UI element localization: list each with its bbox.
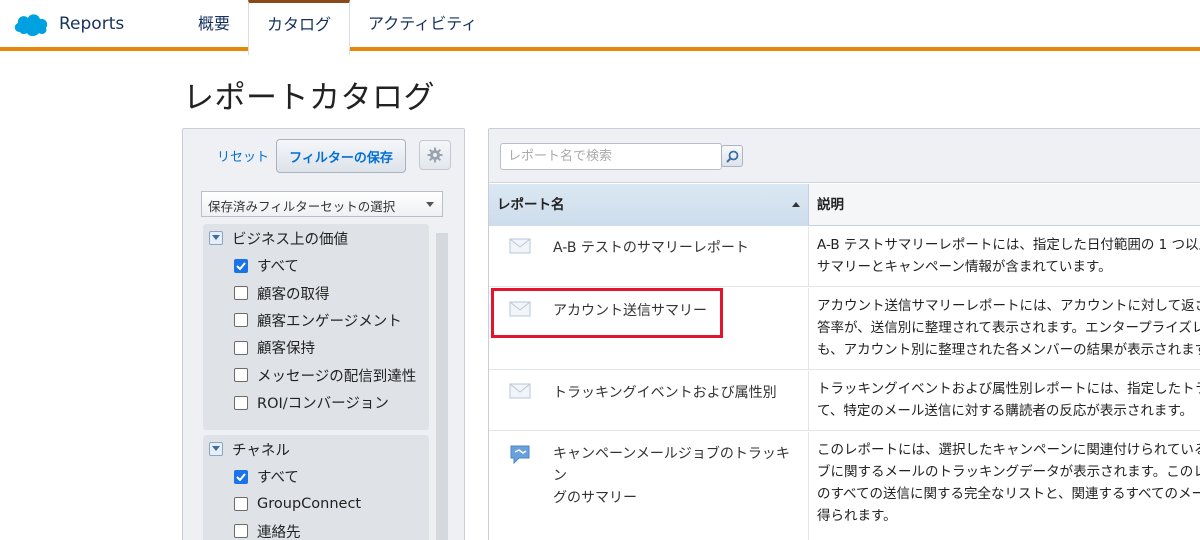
description-line: ブに関するメールのトラッキングデータが表示されます。このレ <box>817 464 1200 480</box>
app-name: Reports <box>59 14 125 34</box>
checkbox[interactable] <box>234 368 248 383</box>
report-name-cell[interactable]: アカウント送信サマリー <box>489 288 809 369</box>
description-line: トラッキングイベントおよび属性別レポートには、指定したトラ <box>817 381 1200 397</box>
checkbox[interactable] <box>234 286 248 301</box>
report-description: このレポートには、選択したキャンペーンに関連付けられている ブに関するメールのト… <box>809 432 1200 540</box>
page-title: レポートカタログ <box>183 80 435 116</box>
tab-overview[interactable]: 概要 <box>180 0 248 51</box>
salesforce-cloud-icon <box>14 14 48 36</box>
filter-group-channel: チャネル すべて GroupConnect 連絡先 <box>203 435 429 540</box>
filter-group-header[interactable]: チャネル <box>203 435 429 463</box>
description-line: アカウント送信サマリーレポートには、アカウントに対して返さ <box>817 298 1200 314</box>
report-description: A-B テストサマリーレポートには、指定した日付範囲の 1 つ以上 サマリーとキ… <box>809 227 1200 286</box>
filter-option-all[interactable]: すべて <box>203 463 429 490</box>
report-name-cell[interactable]: キャンペーンメールジョブのトラッキン グのサマリー <box>489 432 809 540</box>
checkbox[interactable] <box>234 313 248 328</box>
column-header-description: 説明 <box>809 184 1200 225</box>
settings-button[interactable] <box>419 140 451 170</box>
search-button[interactable] <box>721 145 743 167</box>
top-navigation-bar: Reports 概要 カタログ アクティビティ <box>0 0 1200 55</box>
envelope-icon <box>509 238 531 254</box>
filter-group-header[interactable]: ビジネス上の価値 <box>203 224 429 252</box>
filter-option-customer-acquisition[interactable]: 顧客の取得 <box>203 279 429 306</box>
main-tabs: 概要 カタログ アクティビティ <box>180 0 495 55</box>
report-name: A-B テストのサマリーレポート <box>553 240 749 256</box>
chevron-down-icon <box>426 202 434 207</box>
filter-option-label: すべて <box>257 470 299 487</box>
filter-option-label: 連絡先 <box>257 524 301 540</box>
save-filter-button[interactable]: フィルターの保存 <box>276 139 406 173</box>
description-line: て、特定のメール送信に対する購読者の反応が表示されます。 <box>817 403 1193 419</box>
filter-option-customer-retention[interactable]: 顧客保持 <box>203 334 429 361</box>
table-row: トラッキングイベントおよび属性別 トラッキングイベントおよび属性別レポートには、… <box>489 371 1200 431</box>
filter-group-business-value: ビジネス上の価値 すべて 顧客の取得 顧客エンゲージメント 顧客保持 メッセージ… <box>203 224 429 430</box>
filter-option-all[interactable]: すべて <box>203 252 429 279</box>
report-name: アカウント送信サマリー <box>553 303 707 319</box>
column-header-report-name[interactable]: レポート名 <box>489 184 809 226</box>
chevron-down-icon <box>209 231 223 245</box>
report-list-panel: レポート名 説明 A-B テストのサマリーレポート A-B テストサマリーレポー… <box>488 128 1200 540</box>
table-row: アカウント送信サマリー アカウント送信サマリーレポートには、アカウントに対して返… <box>489 288 1200 370</box>
report-name: キャンペーンメールジョブのトラッキン グのサマリー <box>553 443 803 509</box>
description-line: A-B テストサマリーレポートには、指定した日付範囲の 1 つ以上 <box>817 237 1200 253</box>
table-row: A-B テストのサマリーレポート A-B テストサマリーレポートには、指定した日… <box>489 227 1200 287</box>
description-line: このレポートには、選択したキャンペーンに関連付けられている <box>817 442 1200 458</box>
tab-catalog[interactable]: カタログ <box>248 0 351 55</box>
tab-activity[interactable]: アクティビティ <box>350 0 495 51</box>
search-bar <box>489 129 1200 183</box>
filter-option-roi-conversion[interactable]: ROI/コンバージョン <box>203 389 429 416</box>
description-line: のすべての送信に関する完全なリストと、関連するすべてのメー <box>817 486 1200 502</box>
checkbox[interactable] <box>234 395 248 410</box>
checkbox-checked[interactable] <box>234 258 248 273</box>
description-line: 得られます。 <box>817 508 897 524</box>
filter-set-select[interactable]: 保存済みフィルターセットの選択 <box>201 191 443 217</box>
reset-link[interactable]: リセット <box>217 146 269 165</box>
filter-option-label: すべて <box>257 259 299 276</box>
filter-scrollbar[interactable] <box>436 233 448 540</box>
filter-option-label: 顧客エンゲージメント <box>257 313 402 330</box>
filter-group-title: ビジネス上の価値 <box>232 231 348 248</box>
chevron-down-icon <box>209 442 223 456</box>
brand[interactable]: Reports <box>12 10 124 38</box>
filter-option-label: ROI/コンバージョン <box>257 396 389 413</box>
report-name: トラッキングイベントおよび属性別 <box>553 385 777 401</box>
filter-option-contacts[interactable]: 連絡先 <box>203 518 429 540</box>
filter-option-deliverability[interactable]: メッセージの配信到達性 <box>203 362 429 389</box>
filter-group-title: チャネル <box>232 442 290 459</box>
checkbox[interactable] <box>234 497 248 512</box>
description-line: 答率が、送信別に整理されて表示されます。エンタープライズレ <box>817 320 1200 336</box>
table-row: キャンペーンメールジョブのトラッキン グのサマリー このレポートには、選択したキ… <box>489 432 1200 540</box>
filter-option-customer-engagement[interactable]: 顧客エンゲージメント <box>203 307 429 334</box>
checkbox-checked[interactable] <box>234 469 248 484</box>
description-line: も、アカウント別に整理された各メンバーの結果が表示されます <box>817 342 1200 358</box>
search-icon <box>725 150 738 163</box>
sort-ascending-icon <box>792 202 800 207</box>
filter-option-groupconnect[interactable]: GroupConnect <box>203 490 429 517</box>
report-description: アカウント送信サマリーレポートには、アカウントに対して返さ 答率が、送信別に整理… <box>809 288 1200 369</box>
filter-panel: リセット フィルターの保存 保存済みフィルターセットの選択 ビジネス上の価値 す… <box>182 128 465 540</box>
filter-set-select-value: 保存済みフィルターセットの選択 <box>208 199 396 214</box>
filter-option-label: GroupConnect <box>257 496 362 513</box>
report-name-cell[interactable]: A-B テストのサマリーレポート <box>489 227 809 286</box>
table-header: レポート名 説明 <box>489 184 1200 226</box>
report-name-line: キャンペーンメールジョブのトラッキン <box>553 446 790 484</box>
filter-option-label: 顧客の取得 <box>257 286 330 303</box>
column-header-label: レポート名 <box>497 197 565 213</box>
checkbox[interactable] <box>234 340 248 355</box>
envelope-icon <box>509 301 531 317</box>
chat-bubble-icon <box>510 445 530 465</box>
search-input[interactable] <box>500 143 722 170</box>
report-name-line: グのサマリー <box>553 490 637 506</box>
report-description: トラッキングイベントおよび属性別レポートには、指定したトラ て、特定のメール送信… <box>809 371 1200 430</box>
gear-icon <box>427 147 443 163</box>
report-name-cell[interactable]: トラッキングイベントおよび属性別 <box>489 371 809 430</box>
filter-option-label: メッセージの配信到達性 <box>257 368 417 385</box>
checkbox[interactable] <box>234 524 248 539</box>
envelope-icon <box>509 383 531 399</box>
filter-option-label: 顧客保持 <box>257 341 315 358</box>
description-line: サマリーとキャンペーン情報が含まれています。 <box>817 259 1112 275</box>
